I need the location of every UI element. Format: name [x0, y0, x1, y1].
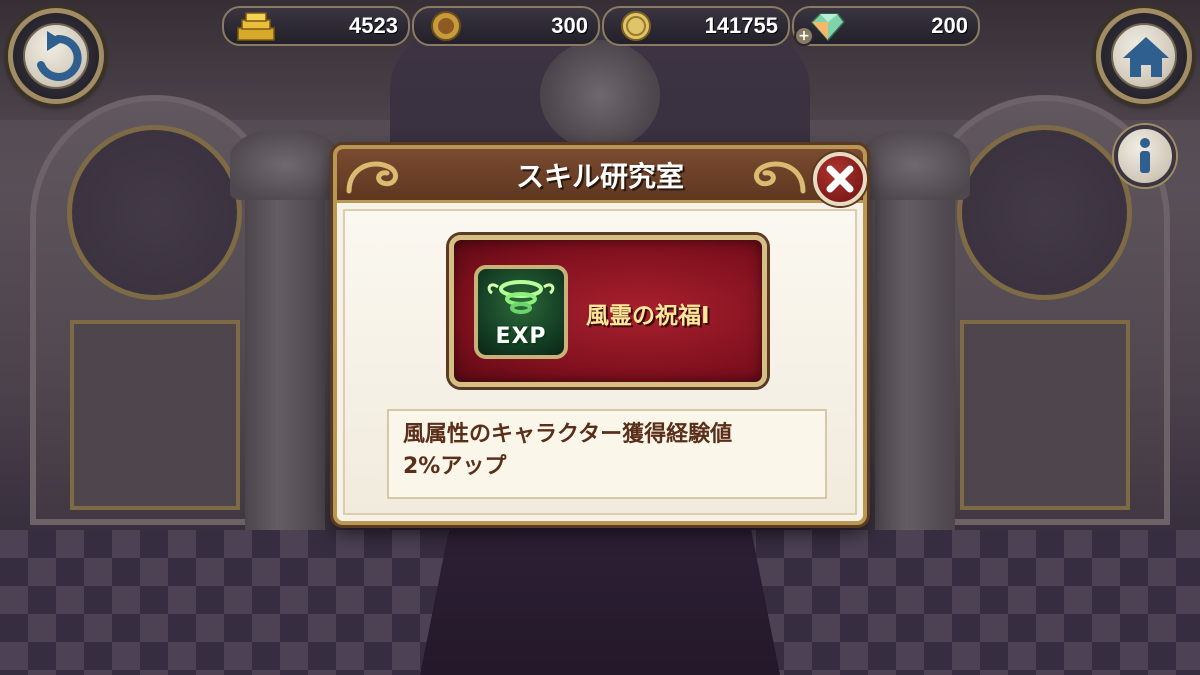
home-icon	[1123, 37, 1169, 77]
dialog-title: スキル研究室	[515, 159, 684, 193]
add-gem-button[interactable]: +	[794, 26, 814, 46]
gem-currency[interactable]: + 200	[792, 6, 980, 46]
description-line-2: 2%アップ	[403, 454, 507, 479]
skill-card: EXP 風霊の祝福I	[449, 235, 767, 387]
close-icon	[826, 165, 854, 193]
wind-skill-icon: EXP	[474, 265, 568, 359]
coin-icon	[621, 11, 651, 41]
gold-amount: 4523	[349, 13, 398, 38]
medal-icon	[431, 11, 461, 41]
back-arrow-icon	[37, 31, 82, 81]
exp-badge: EXP	[495, 324, 547, 349]
back-button[interactable]	[8, 8, 104, 104]
skill-lab-dialog: スキル研究室 EXP 風霊の祝福I 風属性のキャラクター獲得経験値 2%アップ	[333, 145, 867, 525]
back-button-face	[23, 23, 89, 89]
medal-amount: 300	[551, 13, 588, 38]
home-button-face	[1111, 23, 1177, 89]
ornament-swirl-icon	[754, 161, 806, 194]
description-line-1: 風属性のキャラクター獲得経験値	[403, 422, 733, 447]
coin-currency: 141755	[602, 6, 790, 46]
skill-description: 風属性のキャラクター獲得経験値 2%アップ	[387, 409, 827, 499]
info-button[interactable]	[1114, 125, 1176, 187]
info-icon	[1140, 138, 1150, 173]
ornament-swirl-icon	[346, 161, 398, 194]
home-button[interactable]	[1096, 8, 1192, 104]
gold-currency: 4523	[222, 6, 410, 46]
gold-bars-icon	[237, 12, 275, 41]
coin-amount: 141755	[704, 13, 778, 38]
close-button[interactable]	[813, 152, 867, 206]
skill-name: 風霊の祝福I	[586, 303, 710, 329]
dialog-header: スキル研究室	[337, 149, 863, 203]
dialog-body: EXP 風霊の祝福I 風属性のキャラクター獲得経験値 2%アップ	[343, 209, 857, 515]
gem-amount: 200	[931, 13, 968, 38]
medal-currency: 300	[412, 6, 600, 46]
